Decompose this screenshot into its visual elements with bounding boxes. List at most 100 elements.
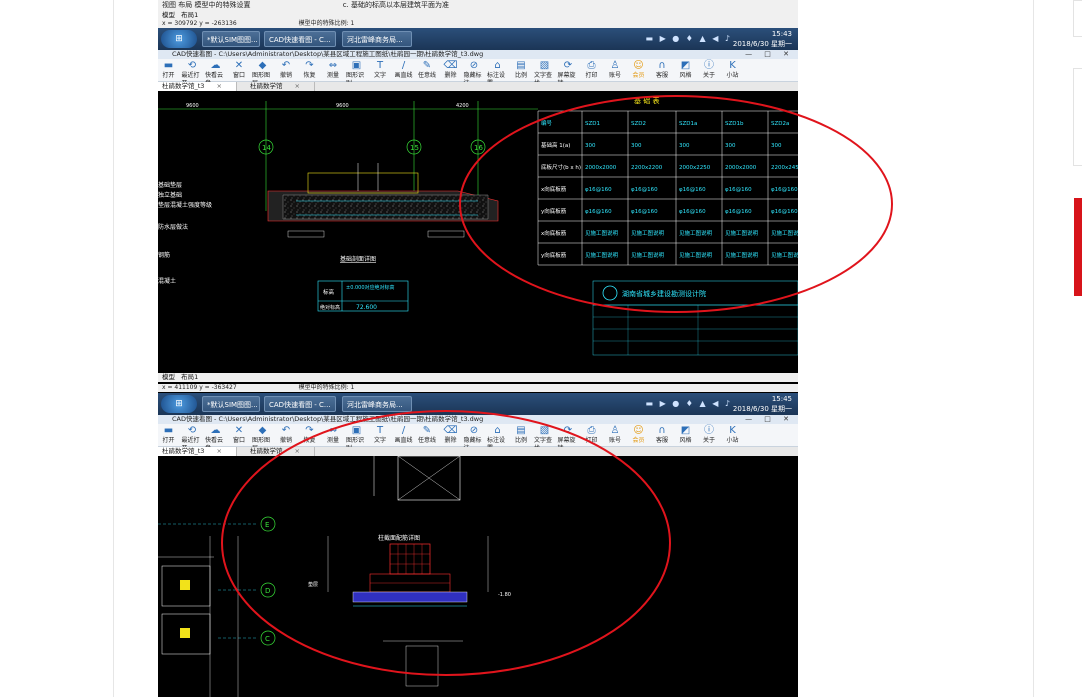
toolbar-find-button[interactable]: ▧文字查找 <box>534 59 555 87</box>
taskbar-browser-button[interactable]: 河北雷峰商务局... <box>342 31 412 47</box>
doc-tab-2[interactable]: 杜鹃数学馆 × <box>246 82 315 91</box>
toolbar-pen-button[interactable]: ✎ 任意线 <box>417 424 438 446</box>
table-cell: 300 <box>585 143 596 149</box>
toolbar-hide-button[interactable]: ⊘隐藏标注 <box>464 59 485 87</box>
dimension-text: 4200 <box>456 103 469 109</box>
scale-note: 模型中的特殊比例: 1 <box>298 384 355 391</box>
toolbar-k-logo-button[interactable]: K 小站 <box>722 59 743 81</box>
tab-model[interactable]: 模型 <box>162 11 175 19</box>
user-icon: ♙ <box>610 60 620 71</box>
toolbar-rotate-button[interactable]: ⟳屏幕旋转 <box>558 59 579 87</box>
taskbar-sim-button[interactable]: *默认SIM图图... <box>202 396 260 412</box>
close-icon[interactable]: × <box>216 447 221 455</box>
toolbar-style-button[interactable]: ◩ 风格 <box>675 59 696 81</box>
toolbar-cloud-button[interactable]: ☁快看云盘 <box>205 424 226 452</box>
table-cell: 300 <box>679 143 690 149</box>
taskbar-sim-button[interactable]: *默认SIM图图... <box>202 31 260 47</box>
taskbar-cad-button[interactable]: CAD快速看图 - C... <box>264 31 336 47</box>
toolbar-label: 账号 <box>608 72 621 79</box>
toolbar-eraser-button[interactable]: ⌫ 删除 <box>440 424 461 446</box>
toolbar-print-button[interactable]: ⎙ 打印 <box>581 59 602 81</box>
toolbar-recognize-button[interactable]: ▣图形识别 <box>346 59 367 87</box>
toolbar-scale-button[interactable]: ▤ 比例 <box>511 424 532 446</box>
toolbar-text-button[interactable]: T 文字 <box>370 424 391 446</box>
toolbar-redo-button[interactable]: ↷ 恢复 <box>299 424 320 446</box>
toolbar-undo-button[interactable]: ↶ 撤销 <box>276 59 297 81</box>
toolbar-rotate-button[interactable]: ⟳屏幕旋转 <box>558 424 579 452</box>
close-icon[interactable]: × <box>295 447 300 455</box>
toolbar-history-button[interactable]: ⟲最近打开 <box>182 424 203 452</box>
toolbar-print-button[interactable]: ⎙ 打印 <box>581 424 602 446</box>
toolbar-scale-button[interactable]: ▤ 比例 <box>511 59 532 81</box>
toolbar-user-button[interactable]: ♙ 账号 <box>605 59 626 81</box>
toolbar-window-button[interactable]: ✕ 窗口 <box>229 59 250 81</box>
toolbar-recognize-button[interactable]: ▣图形识别 <box>346 424 367 452</box>
window-controls[interactable]: — □ ✕ <box>745 415 794 424</box>
toolbar-dimension-button[interactable]: ⌂标注设置 <box>487 59 508 87</box>
cad-command-line: 视图 布局 模型中的特殊设置 c. 基础的标高以本层建筑平面为准 <box>158 0 798 11</box>
taskbar-browser-button[interactable]: 河北雷峰商务局... <box>342 396 412 412</box>
table-cell: SZD1a <box>679 121 697 127</box>
toolbar-line-button[interactable]: / 画直线 <box>393 424 414 446</box>
doc-tab-1[interactable]: 杜鹃数学馆_t3 × <box>158 447 237 456</box>
toolbar-undo-button[interactable]: ↶ 撤销 <box>276 424 297 446</box>
taskbar-cad-button[interactable]: CAD快速看图 - C... <box>264 396 336 412</box>
cad-drawing-foundation[interactable]: 9600 9600 4200 14 15 16 基础垫层 独立基础 垫层混凝土强… <box>158 91 798 371</box>
table-cell: 基础高 1(a) <box>541 141 570 149</box>
toolbar-redo-button[interactable]: ↷ 恢复 <box>299 59 320 81</box>
tab-model[interactable]: 模型 <box>162 373 175 381</box>
toolbar-headset-button[interactable]: ∩ 客服 <box>652 59 673 81</box>
sidebar-widget-top[interactable] <box>1073 0 1082 37</box>
toolbar-eraser-button[interactable]: ⌫ 删除 <box>440 59 461 81</box>
toolbar-dimension-button[interactable]: ⌂标注设置 <box>487 424 508 452</box>
toolbar-label: 关于 <box>702 72 715 79</box>
toolbar-style-button[interactable]: ◩ 风格 <box>675 424 696 446</box>
start-button[interactable]: ⊞ <box>161 30 197 48</box>
toolbar-find-button[interactable]: ▧文字查找 <box>534 424 555 452</box>
sidebar-widget-red[interactable] <box>1074 198 1082 296</box>
toolbar-window-button[interactable]: ✕ 窗口 <box>229 424 250 446</box>
table-cell: 底板尺寸(b x h) <box>541 163 581 171</box>
doc-tab-1[interactable]: 杜鹃数学馆_t3 × <box>158 82 237 91</box>
toolbar-folder-button[interactable]: ▬ 打开 <box>158 424 179 446</box>
toolbar-hide-button[interactable]: ⊘隐藏标注 <box>464 424 485 452</box>
tab-layout[interactable]: 布局1 <box>181 11 198 19</box>
toolbar-headset-button[interactable]: ∩ 客服 <box>652 424 673 446</box>
toolbar-pen-button[interactable]: ✎ 任意线 <box>417 59 438 81</box>
close-icon[interactable]: × <box>216 82 221 90</box>
toolbar-k-logo-button[interactable]: K 小站 <box>722 424 743 446</box>
toolbar-measure-button[interactable]: ⇔ 测量 <box>323 424 344 446</box>
toolbar-measure-button[interactable]: ⇔ 测量 <box>323 59 344 81</box>
toolbar-line-button[interactable]: / 画直线 <box>393 59 414 81</box>
toolbar-layers-button[interactable]: ◆图形图层 <box>252 424 273 452</box>
toolbar-layers-button[interactable]: ◆图形图层 <box>252 59 273 87</box>
window-controls[interactable]: — □ ✕ <box>745 50 794 59</box>
toolbar-info-button[interactable]: ⓘ 关于 <box>699 59 720 81</box>
tab-layout[interactable]: 布局1 <box>181 373 198 381</box>
toolbar-info-button[interactable]: ⓘ 关于 <box>699 424 720 446</box>
close-icon[interactable]: × <box>295 82 300 90</box>
toolbar-history-button[interactable]: ⟲最近打开 <box>182 59 203 87</box>
column-section: 垫层 -1.80 <box>308 536 511 607</box>
toolbar-text-button[interactable]: T 文字 <box>370 59 391 81</box>
toolbar-vip-button[interactable]: ☺ 会员 <box>628 59 649 81</box>
sidebar-widget-middle[interactable] <box>1073 68 1082 166</box>
toolbar-vip-button[interactable]: ☺ 会员 <box>628 424 649 446</box>
toolbar-folder-button[interactable]: ▬ 打开 <box>158 59 179 81</box>
command-line-text: 视图 布局 模型中的特殊设置 <box>162 1 251 9</box>
dimension-text: 9600 <box>186 103 199 109</box>
recognize-icon: ▣ <box>351 60 362 71</box>
dimension-icon: ⌂ <box>494 425 501 436</box>
recognize-icon: ▣ <box>351 425 362 436</box>
table-cell: φ16@160 <box>771 209 798 215</box>
start-button[interactable]: ⊞ <box>161 395 197 413</box>
cad-drawing-column[interactable]: E D C 柱截面配筋详图 垫层 -1.80 <box>158 456 798 697</box>
toolbar-label: 任意线 <box>417 437 436 444</box>
dimension-text: 9600 <box>336 103 349 109</box>
title-block: 湖南省城乡建设勘测设计院 <box>592 280 798 356</box>
toolbar-user-button[interactable]: ♙ 账号 <box>605 424 626 446</box>
table-cell: φ16@160 <box>771 187 798 193</box>
layout-tabs-bottom: 模型 布局1 <box>158 373 798 382</box>
toolbar-cloud-button[interactable]: ☁快看云盘 <box>205 59 226 87</box>
doc-tab-2[interactable]: 杜鹃数学馆 × <box>246 447 315 456</box>
